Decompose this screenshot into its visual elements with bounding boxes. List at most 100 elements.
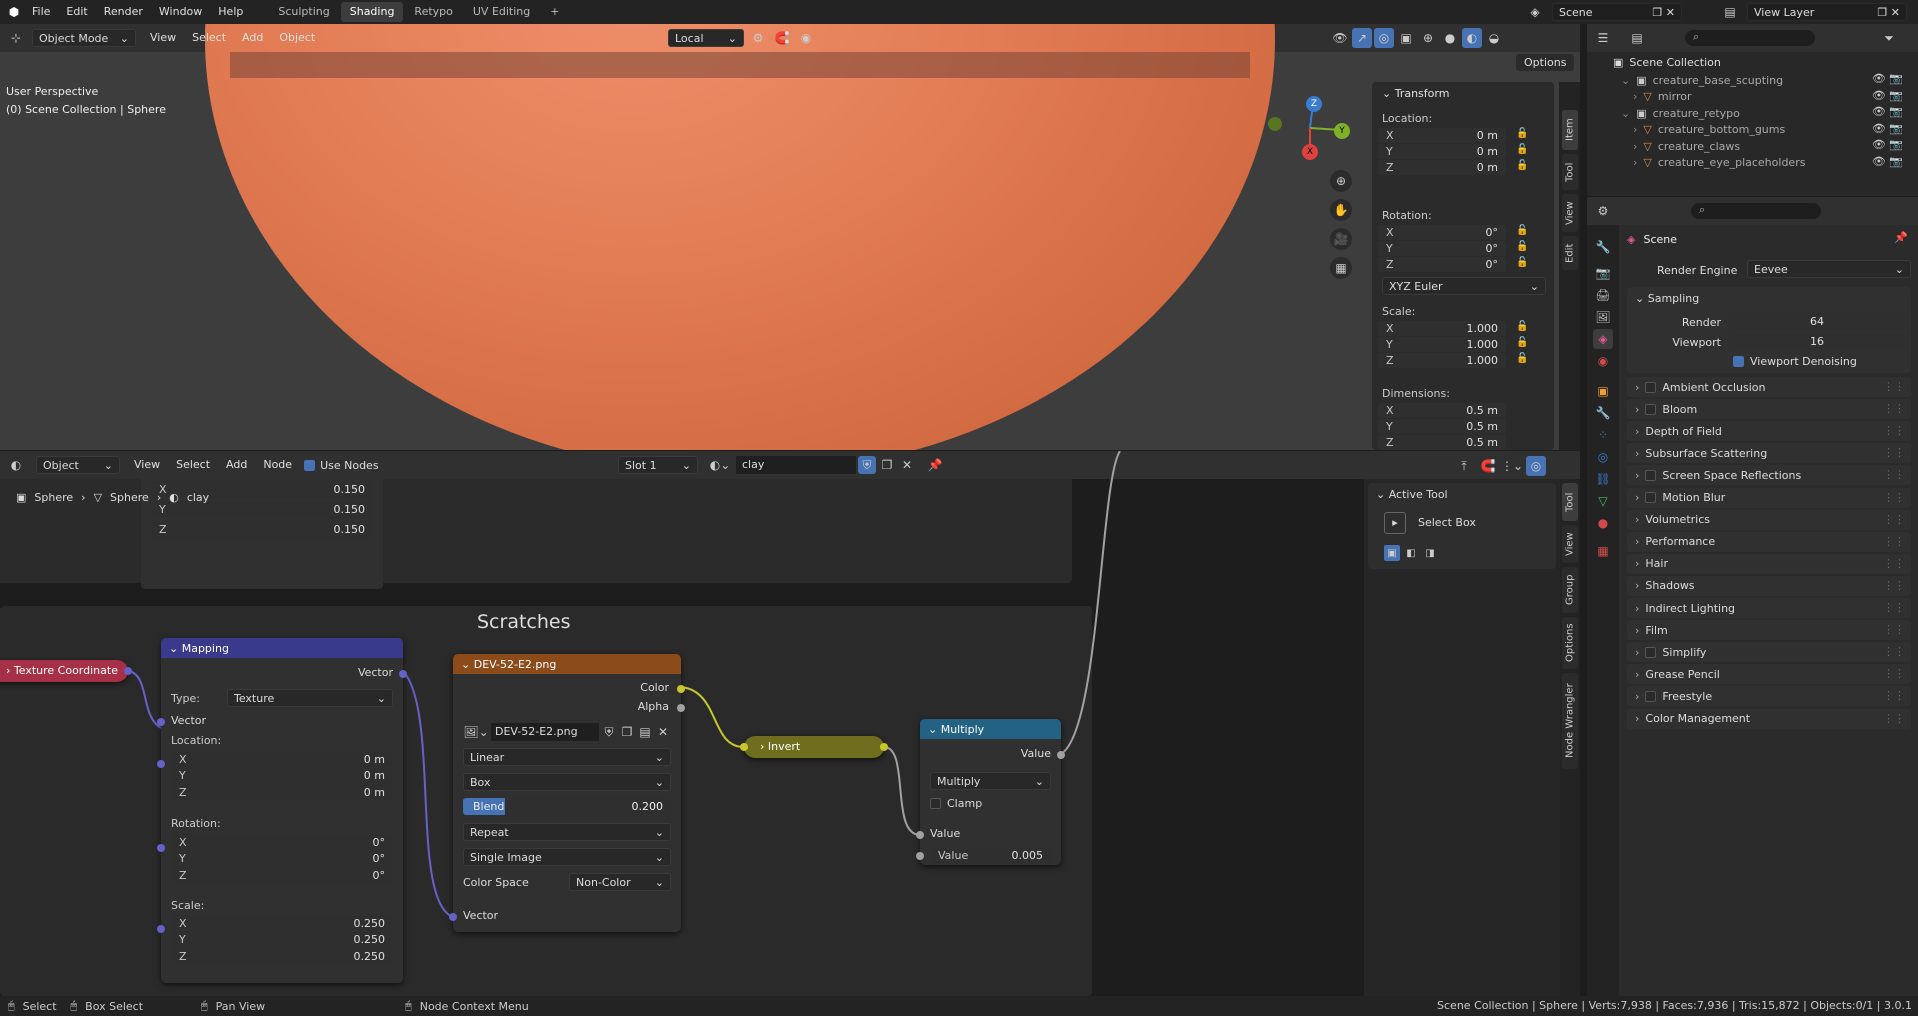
- tab-uv-editing[interactable]: UV Editing: [464, 2, 539, 22]
- drag-handle-icon[interactable]: ⋮⋮: [1883, 402, 1905, 415]
- eye-icon[interactable]: 👁 📷: [1872, 138, 1903, 151]
- overlay-toggle-icon[interactable]: ◎: [1374, 28, 1394, 48]
- mapping-location-x-field[interactable]: X0 m: [171, 751, 393, 767]
- mapping-header[interactable]: ⌄ Mapping: [161, 638, 403, 658]
- drag-handle-icon[interactable]: ⋮⋮: [1883, 623, 1905, 636]
- solid-shading-icon[interactable]: ●: [1440, 28, 1460, 48]
- math-operation-dropdown[interactable]: Multiply ⌄: [930, 772, 1051, 790]
- panel-enable-checkbox[interactable]: [1645, 381, 1657, 393]
- viewport-menu-object[interactable]: Object: [271, 28, 323, 48]
- outliner-search-input[interactable]: ⌕: [1685, 30, 1815, 46]
- gizmo-neg-y[interactable]: [1268, 117, 1282, 131]
- object-tab-icon[interactable]: ▣: [1593, 381, 1613, 401]
- image-color-socket[interactable]: [677, 685, 685, 693]
- select-extend-icon[interactable]: ◧: [1403, 545, 1419, 561]
- properties-panel-header[interactable]: › Freestyle ⋮⋮: [1627, 686, 1911, 707]
- wireframe-shading-icon[interactable]: ⊕: [1418, 28, 1438, 48]
- outliner-row[interactable]: › ▽ creature_bottom_gums 👁 📷: [1633, 122, 1907, 138]
- drag-handle-icon[interactable]: ⋮⋮: [1883, 535, 1905, 548]
- properties-panel-header[interactable]: › Ambient Occlusion ⋮⋮: [1627, 377, 1911, 397]
- mapping-type-dropdown[interactable]: Texture ⌄: [227, 689, 393, 707]
- data-tab-icon[interactable]: ▽: [1593, 491, 1613, 511]
- color-space-dropdown[interactable]: Non-Color ⌄: [569, 873, 671, 891]
- menu-file[interactable]: File: [24, 2, 58, 22]
- eye-icon[interactable]: 👁 📷: [1872, 155, 1903, 168]
- rotation-x-field[interactable]: X 0°: [1378, 225, 1506, 240]
- pin-icon[interactable]: 📌: [1894, 231, 1908, 244]
- outliner-row[interactable]: ⌄ ▣ creature_base_scupting 👁 📷: [1621, 72, 1907, 88]
- mapping-rotation-socket[interactable]: [157, 844, 165, 852]
- properties-panel-header[interactable]: › Indirect Lighting ⋮⋮: [1627, 598, 1911, 618]
- material-tab-icon[interactable]: ●: [1593, 513, 1613, 533]
- rotation-y-field[interactable]: Y 0°: [1378, 241, 1506, 256]
- output-tab-icon[interactable]: 🖨: [1593, 285, 1613, 305]
- select-new-icon[interactable]: ▣: [1384, 545, 1400, 561]
- lock-icon[interactable]: 🔓: [1516, 225, 1528, 236]
- snap-icon[interactable]: 🧲: [772, 28, 792, 48]
- viewport-menu-add[interactable]: Add: [234, 28, 271, 48]
- properties-panel-header[interactable]: › Film ⋮⋮: [1627, 620, 1911, 641]
- active-tool-title[interactable]: ⌄ Active Tool: [1376, 488, 1448, 501]
- viewport-samples-field[interactable]: 16: [1729, 333, 1905, 350]
- render-tab-icon[interactable]: 📷: [1593, 263, 1613, 283]
- drag-handle-icon[interactable]: ⋮⋮: [1883, 645, 1905, 658]
- expand-arrow-icon[interactable]: ›: [1633, 123, 1637, 136]
- zoom-icon[interactable]: ⊕: [1330, 170, 1352, 192]
- grid-icon[interactable]: ▦: [1330, 257, 1352, 279]
- drag-handle-icon[interactable]: ⋮⋮: [1883, 712, 1905, 725]
- select-box-tool-icon[interactable]: ▸: [1384, 512, 1406, 534]
- mapping-location-z-field[interactable]: Z0 m: [171, 784, 393, 800]
- node-tab-node-wrangler[interactable]: Node Wrangler: [1562, 673, 1578, 769]
- mapping-location-y-field[interactable]: Y0 m: [171, 767, 393, 784]
- menu-edit[interactable]: Edit: [58, 2, 95, 22]
- viewport-menu-select[interactable]: Select: [184, 28, 234, 48]
- properties-editor-icon[interactable]: ⚙: [1593, 201, 1613, 221]
- properties-panel-header[interactable]: › Screen Space Reflections ⋮⋮: [1627, 465, 1911, 486]
- camera-icon[interactable]: 🎥: [1330, 228, 1352, 250]
- node-tab-tool[interactable]: Tool: [1562, 483, 1578, 521]
- options-button[interactable]: Options: [1516, 54, 1575, 71]
- expand-arrow-icon[interactable]: ›: [1633, 156, 1637, 169]
- outliner-editor-icon[interactable]: ☰: [1593, 28, 1613, 48]
- dimensions-y-field[interactable]: Y 0.5 m: [1378, 419, 1506, 434]
- drag-handle-icon[interactable]: ⋮⋮: [1883, 491, 1905, 504]
- expand-arrow-icon[interactable]: ›: [1633, 140, 1637, 153]
- mapping-out-socket[interactable]: [399, 670, 407, 678]
- image-vector-socket[interactable]: [449, 913, 457, 921]
- location-z-field[interactable]: Z0 m: [1378, 160, 1506, 175]
- constraints-tab-icon[interactable]: ⛓: [1593, 469, 1613, 489]
- mapping-scale-y-field[interactable]: Y 0.250: [171, 931, 393, 948]
- image-header[interactable]: ⌄ DEV-52-E2.png: [453, 654, 681, 674]
- drag-handle-icon[interactable]: ⋮⋮: [1883, 667, 1905, 680]
- mapping-rotation-y-field[interactable]: Y 0°: [171, 850, 393, 867]
- texture-tab-icon[interactable]: ▦: [1593, 541, 1613, 561]
- gizmo-z-axis[interactable]: Z: [1306, 96, 1322, 112]
- image-open-icon[interactable]: ▤: [637, 723, 653, 741]
- panel-enable-checkbox[interactable]: [1645, 469, 1657, 481]
- drag-handle-icon[interactable]: ⋮⋮: [1883, 557, 1905, 570]
- world-tab-icon[interactable]: ◉: [1593, 351, 1613, 371]
- image-duplicate-icon[interactable]: ❐: [619, 723, 635, 741]
- properties-panel-header[interactable]: › Shadows ⋮⋮: [1627, 575, 1911, 596]
- rotation-z-field[interactable]: Z 0°: [1378, 257, 1506, 272]
- tab-edit[interactable]: Edit: [1562, 236, 1578, 270]
- lock-icon[interactable]: 🔓: [1516, 144, 1528, 155]
- scene-collection-row[interactable]: ▣ Scene Collection: [1613, 54, 1721, 70]
- properties-panel-header[interactable]: › Grease Pencil ⋮⋮: [1627, 664, 1911, 685]
- properties-panel-header[interactable]: › Depth of Field ⋮⋮: [1627, 421, 1911, 442]
- dimensions-x-field[interactable]: X 0.5 m: [1378, 403, 1506, 418]
- properties-panel-header[interactable]: › Motion Blur ⋮⋮: [1627, 487, 1911, 508]
- image-unlink-icon[interactable]: ✕: [655, 723, 671, 741]
- rendered-shading-icon[interactable]: ◒: [1484, 28, 1504, 48]
- image-name-field[interactable]: DEV-52-E2.png: [491, 723, 599, 741]
- image-texture-node[interactable]: ⌄ DEV-52-E2.png Color Alpha 🖼⌄ DEV-52-E2…: [449, 654, 685, 932]
- drag-handle-icon[interactable]: ⋮⋮: [1883, 601, 1905, 614]
- multiply-value-socket[interactable]: [916, 852, 924, 860]
- mapping-in-socket[interactable]: [157, 718, 165, 726]
- outliner-row[interactable]: › ▽ creature_eye_placeholders 👁 📷: [1633, 155, 1907, 171]
- multiply-out-socket[interactable]: [1057, 751, 1065, 759]
- properties-panel-header[interactable]: › Color Management ⋮⋮: [1627, 708, 1911, 729]
- proportional-icon[interactable]: ◉: [796, 28, 816, 48]
- scale-x-field[interactable]: X 1.000: [1378, 321, 1506, 336]
- node-tab-group[interactable]: Group: [1562, 567, 1578, 613]
